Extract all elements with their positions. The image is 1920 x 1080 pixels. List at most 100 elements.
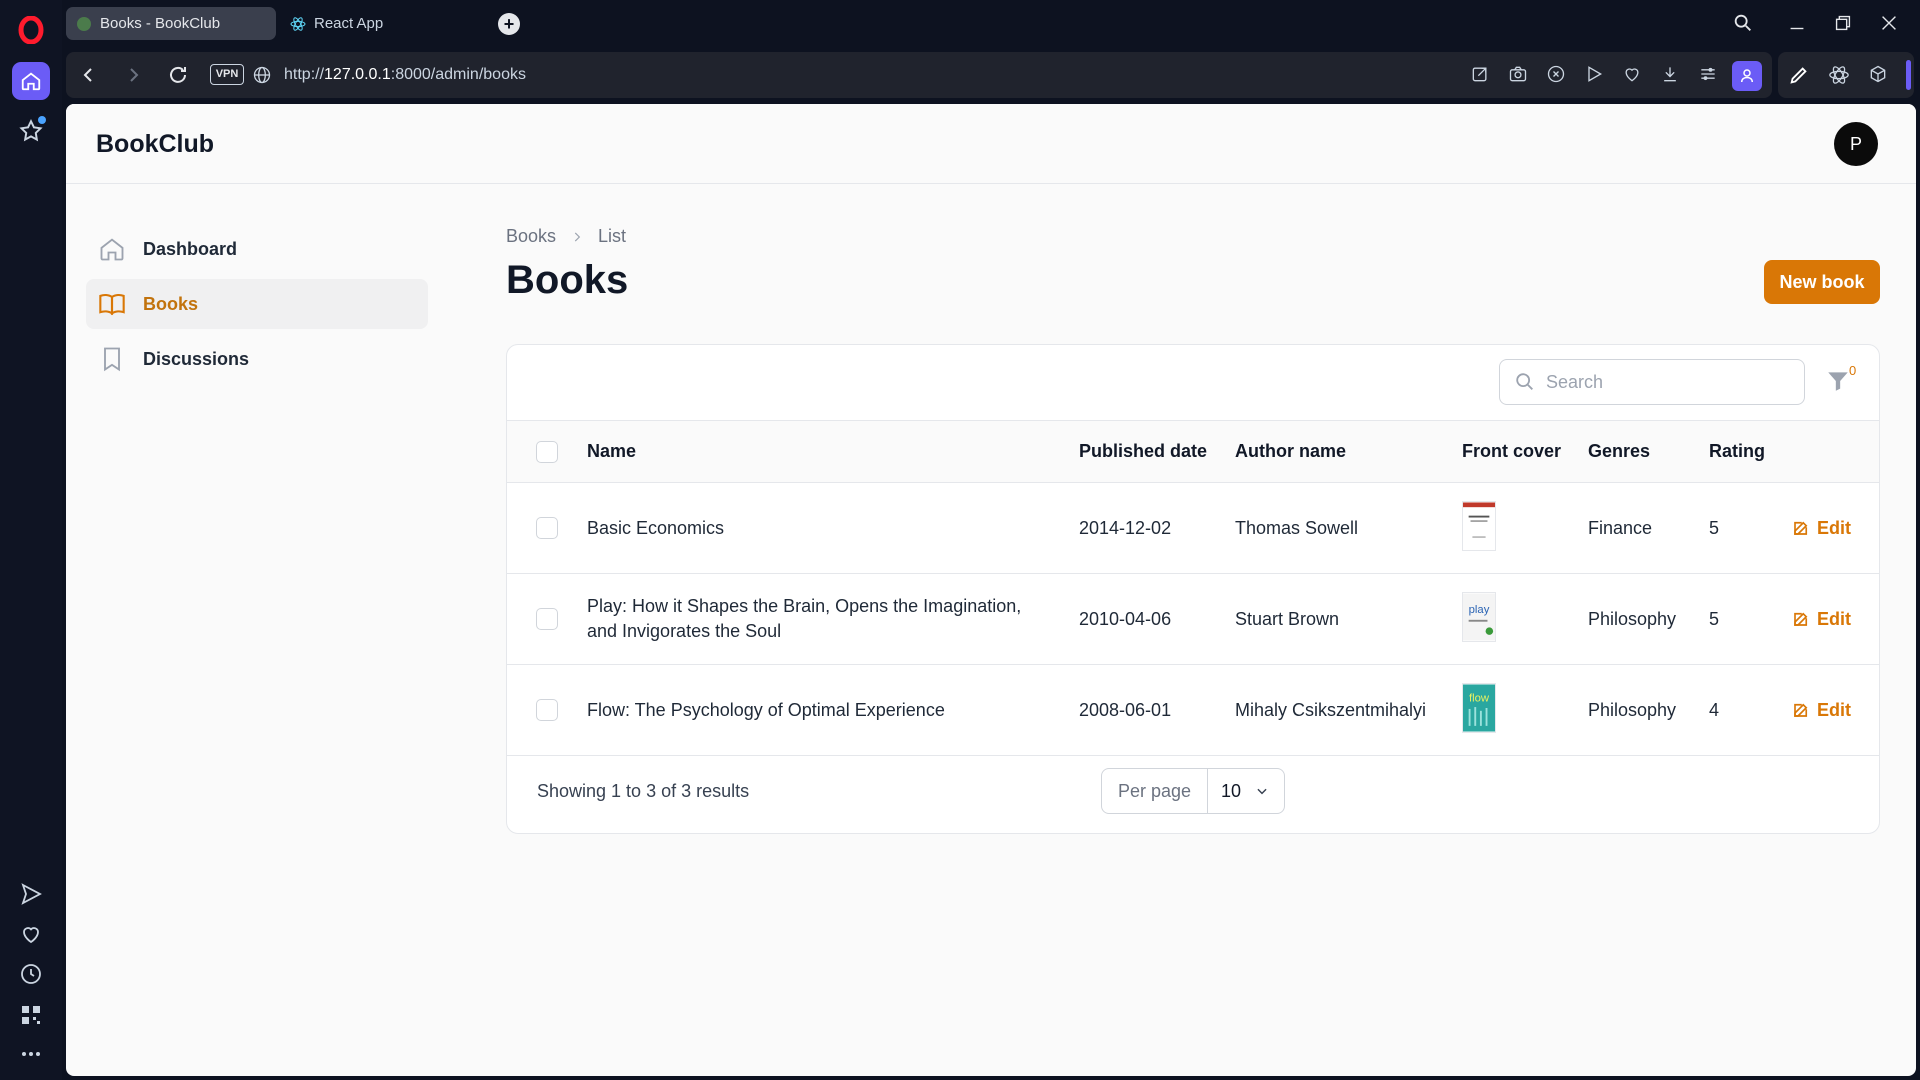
edit-button[interactable]: Edit [1792, 609, 1879, 630]
books-table: Name Published date Author name Front co… [507, 420, 1879, 756]
tab-bookclub[interactable]: Books - BookClub [66, 7, 276, 40]
results-summary: Showing 1 to 3 of 3 results [537, 781, 750, 801]
genre: Finance [1588, 517, 1653, 538]
filter-button[interactable]: 0 [1825, 363, 1856, 397]
notification-dot [38, 116, 46, 124]
sidebar-item-label: Discussions [143, 348, 250, 369]
published-date: 2014-12-02 [1079, 517, 1172, 538]
restore-window-icon[interactable] [1832, 12, 1856, 36]
column-header-genres: Genres [1588, 441, 1651, 461]
sidebar-item-label: Dashboard [143, 238, 238, 259]
svg-text:flow: flow [1469, 692, 1490, 704]
edit-label: Edit [1817, 699, 1851, 720]
search-box[interactable] [1499, 359, 1805, 405]
share-icon[interactable] [1470, 64, 1492, 86]
forward-arrow-icon[interactable] [122, 63, 146, 87]
sidebar-item-dashboard[interactable]: Dashboard [86, 224, 428, 274]
genre: Philosophy [1588, 699, 1677, 720]
app-sidebar: Dashboard Books Discussions [86, 224, 428, 389]
book-name: Basic Economics [587, 517, 725, 538]
browser-sidebar [0, 0, 62, 1080]
brand-logo[interactable]: BookClub [96, 130, 214, 159]
search-icon [1516, 373, 1533, 390]
search-input[interactable] [1546, 371, 1786, 393]
user-avatar[interactable]: P [1834, 122, 1878, 166]
action-cell: Edit [1792, 574, 1879, 665]
edit-label: Edit [1817, 608, 1851, 629]
browser-search-icon[interactable] [1732, 12, 1756, 36]
svg-text:play: play [1469, 604, 1490, 616]
pen-tool-icon[interactable] [1788, 64, 1810, 86]
sidebar-accent-bar [1906, 60, 1911, 90]
row-checkbox[interactable] [536, 517, 558, 539]
row-checkbox[interactable] [536, 699, 558, 721]
home-icon [100, 238, 124, 261]
send-icon[interactable] [19, 882, 43, 906]
new-book-button[interactable]: New book [1764, 260, 1880, 304]
download-icon[interactable] [1660, 64, 1682, 86]
bookclub-favicon-icon [77, 16, 91, 31]
profile-icon[interactable] [1732, 61, 1762, 91]
author-name: Mihaly Csikszentmihalyi [1235, 699, 1427, 720]
extensions-cube-icon[interactable] [1868, 64, 1890, 86]
sidebar-item-discussions[interactable]: Discussions [86, 334, 428, 384]
chevron-right-icon [574, 232, 581, 241]
book-name: Play: How it Shapes the Brain, Opens the… [587, 596, 1022, 641]
tab-react-app[interactable]: React App [280, 7, 470, 40]
book-name: Flow: The Psychology of Optimal Experien… [587, 699, 945, 720]
player-icon[interactable] [1584, 64, 1606, 86]
sidebar-item-books[interactable]: Books [86, 279, 428, 329]
breadcrumb-books[interactable]: Books [506, 226, 556, 247]
close-window-icon[interactable] [1878, 12, 1902, 36]
easy-setup-icon[interactable] [1698, 64, 1720, 86]
qr-code-icon[interactable] [19, 1003, 43, 1027]
opera-logo-icon[interactable] [18, 15, 44, 45]
row-select-cell [507, 483, 587, 574]
camera-icon[interactable] [1508, 64, 1530, 86]
pinboard-star-icon[interactable] [18, 116, 46, 144]
edit-button[interactable]: Edit [1792, 700, 1879, 721]
column-header-author[interactable]: Author name [1235, 421, 1462, 483]
globe-icon[interactable] [252, 65, 272, 85]
row-checkbox[interactable] [536, 608, 558, 630]
web-page: BookClub P Dashboard Books Discussions B… [66, 104, 1916, 1076]
filter-funnel-icon [1828, 372, 1848, 391]
react-favicon-icon [290, 16, 306, 31]
more-dots-icon[interactable] [19, 1042, 43, 1066]
select-all-checkbox[interactable] [536, 440, 558, 463]
home-icon[interactable] [12, 62, 50, 100]
column-header-published[interactable]: Published date [1079, 421, 1235, 483]
book-cover-image [1462, 500, 1496, 551]
back-arrow-icon[interactable] [76, 63, 100, 87]
bookmark-heart-icon[interactable] [1622, 64, 1644, 86]
action-cell: Edit [1792, 665, 1879, 756]
published-date: 2008-06-01 [1079, 699, 1172, 720]
per-page-select[interactable]: Per page 10 [1101, 768, 1285, 814]
new-tab-plus-icon[interactable]: + [498, 13, 520, 35]
book-cover-image: flow [1462, 682, 1496, 733]
tab-label: React App [314, 15, 384, 32]
front-cover-cell: play [1462, 574, 1588, 665]
per-page-value[interactable]: 10 [1208, 769, 1284, 813]
page-title: Books [506, 258, 629, 302]
react-devtools-icon[interactable] [1828, 64, 1850, 86]
book-open-icon [99, 294, 125, 316]
table-header-row: Name Published date Author name Front co… [507, 420, 1879, 483]
edit-button[interactable]: Edit [1792, 518, 1879, 539]
history-clock-icon[interactable] [19, 962, 43, 986]
action-cell: Edit [1792, 483, 1879, 574]
address-bar: VPN http://127.0.0.1:8000/admin/books [66, 52, 1772, 98]
minimize-icon[interactable] [1786, 12, 1810, 36]
edit-pencil-icon [1794, 612, 1808, 626]
front-cover-cell: flow [1462, 665, 1588, 756]
vpn-badge[interactable]: VPN [210, 64, 244, 85]
column-header-rating[interactable]: Rating [1709, 421, 1792, 483]
heart-icon[interactable] [19, 922, 43, 946]
reload-icon[interactable] [166, 63, 190, 87]
column-header-name[interactable]: Name [587, 421, 1079, 483]
books-table-card: 0 Name Published date Author name Front … [506, 344, 1880, 834]
author-name: Stuart Brown [1235, 608, 1340, 629]
adblock-icon[interactable] [1546, 64, 1568, 86]
url-text[interactable]: http://127.0.0.1:8000/admin/books [284, 66, 526, 84]
rating: 5 [1709, 517, 1720, 538]
